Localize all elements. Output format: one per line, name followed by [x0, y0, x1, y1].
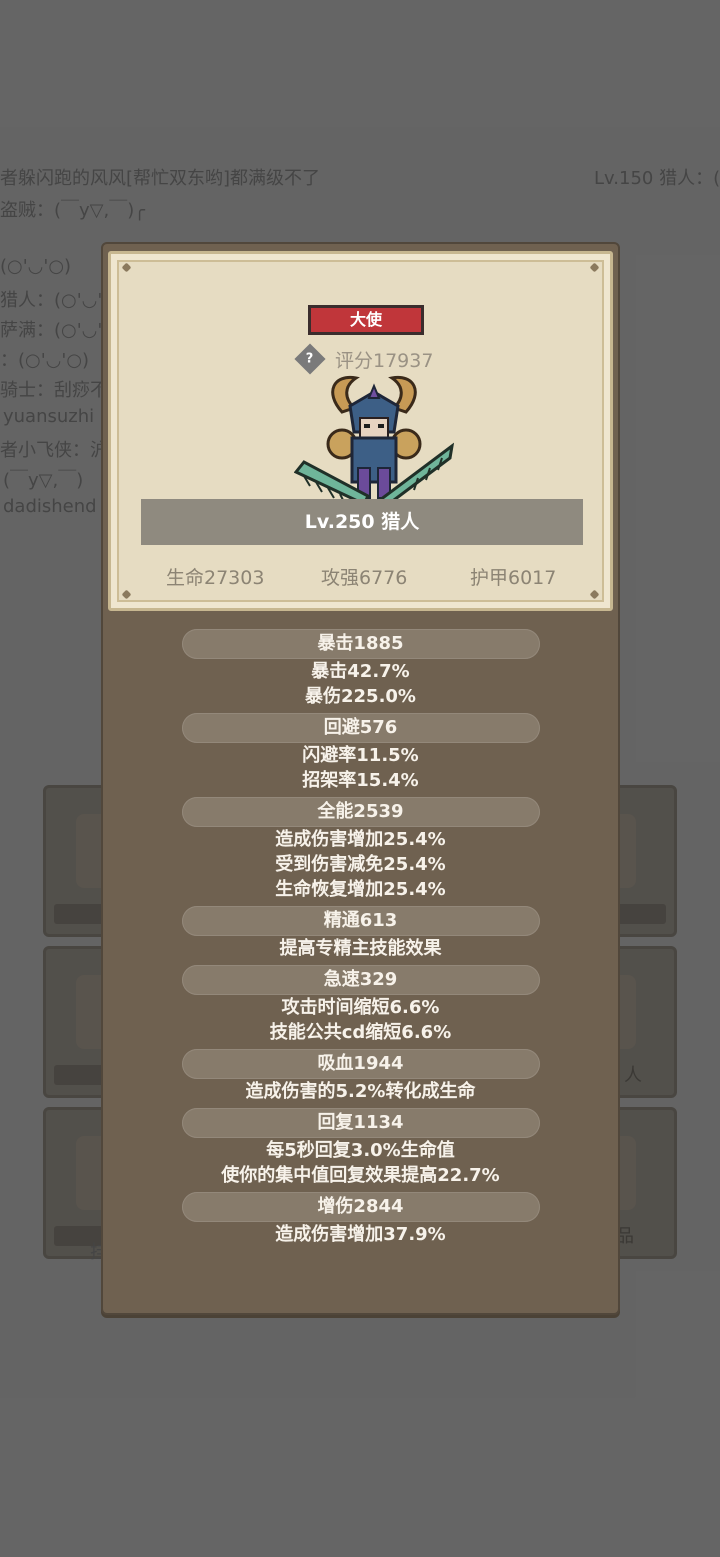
attribute-detail: 攻击时间缩短6.6% — [281, 997, 440, 1018]
hp-stat: 生命27303 — [166, 567, 265, 589]
attribute-avoidance: 回避576 闪避率11.5% 招架率15.4% — [103, 709, 618, 793]
attribute-header: 回复1134 — [181, 1108, 540, 1138]
question-mark-icon[interactable]: ? — [294, 343, 326, 375]
attribute-list: 暴击1885 暴击42.7% 暴伤225.0% 回避576 闪避率11.5% 招… — [103, 625, 618, 1247]
attribute-header: 增伤2844 — [181, 1192, 540, 1222]
attribute-header: 急速329 — [181, 965, 540, 995]
attribute-lifesteal: 吸血1944 造成伤害的5.2%转化成生命 — [103, 1045, 618, 1104]
attack-stat: 攻强6776 — [321, 567, 408, 589]
attribute-detail: 受到伤害减免25.4% — [275, 854, 446, 875]
attribute-header: 全能2539 — [181, 797, 540, 827]
attribute-mastery: 精通613 提高专精主技能效果 — [103, 902, 618, 961]
attribute-detail: 造成伤害增加37.9% — [275, 1224, 446, 1245]
attribute-detail: 招架率15.4% — [302, 770, 419, 791]
attribute-regen: 回复1134 每5秒回复3.0%生命值 使你的集中值回复效果提高22.7% — [103, 1104, 618, 1188]
rank-title-badge: 大使 — [308, 305, 424, 335]
attribute-header: 精通613 — [181, 906, 540, 936]
attribute-crit: 暴击1885 暴击42.7% 暴伤225.0% — [103, 625, 618, 709]
attribute-haste: 急速329 攻击时间缩短6.6% 技能公共cd缩短6.6% — [103, 961, 618, 1045]
attribute-detail: 每5秒回复3.0%生命值 — [266, 1140, 455, 1161]
character-card: 大使 ? 评分17937 Lv.250 猎人 生命27303 攻强6776 护甲… — [108, 251, 613, 611]
character-info-dialog: 大使 ? 评分17937 Lv.250 猎人 生命27303 攻强6776 护甲… — [101, 242, 620, 1315]
attribute-detail: 使你的集中值回复效果提高22.7% — [221, 1165, 500, 1186]
hunter-character-portrait — [294, 375, 454, 508]
armor-stat: 护甲6017 — [470, 567, 557, 589]
base-stats-row: 生命27303 攻强6776 护甲6017 — [111, 559, 610, 593]
attribute-detail: 造成伤害增加25.4% — [275, 829, 446, 850]
attribute-detail: 造成伤害的5.2%转化成生命 — [245, 1081, 476, 1102]
attribute-header: 吸血1944 — [181, 1049, 540, 1079]
attribute-header: 暴击1885 — [181, 629, 540, 659]
attribute-detail: 技能公共cd缩短6.6% — [269, 1022, 452, 1043]
attribute-detail: 暴伤225.0% — [305, 686, 416, 707]
attribute-detail: 闪避率11.5% — [302, 745, 419, 766]
score-value: 评分17937 — [335, 349, 434, 372]
attribute-detail: 生命恢复增加25.4% — [275, 879, 446, 900]
attribute-detail: 暴击42.7% — [311, 661, 410, 682]
attribute-header: 回避576 — [181, 713, 540, 743]
level-class-banner: Lv.250 猎人 — [141, 499, 583, 545]
score-row: ? 评分17937 — [294, 343, 434, 375]
attribute-detail: 提高专精主技能效果 — [279, 938, 442, 959]
attribute-versatility: 全能2539 造成伤害增加25.4% 受到伤害减免25.4% 生命恢复增加25.… — [103, 793, 618, 902]
attribute-damage-bonus: 增伤2844 造成伤害增加37.9% — [103, 1188, 618, 1247]
